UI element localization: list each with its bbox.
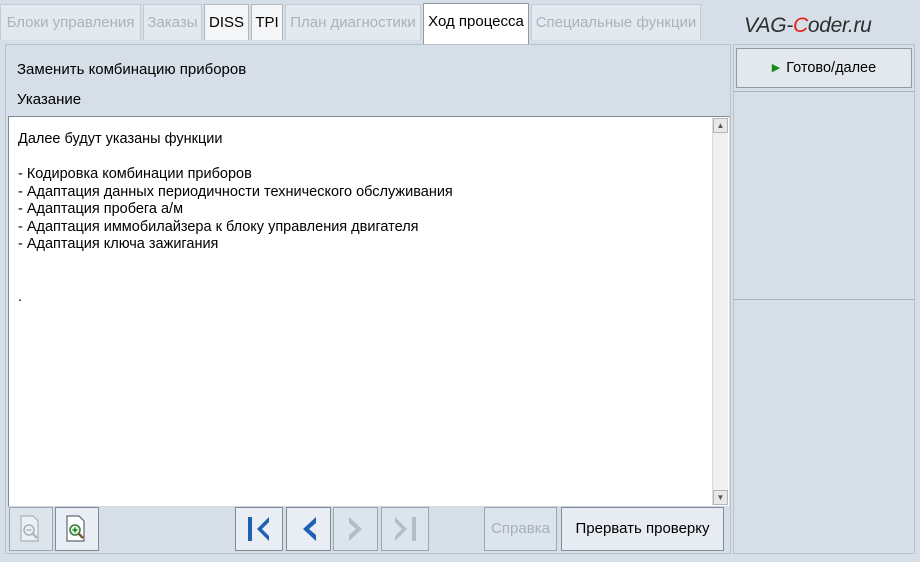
instruction-line	[18, 149, 453, 167]
instruction-line: Далее будут указаны функции	[18, 131, 223, 147]
tab-diagnostic-plan[interactable]: План диагностики	[285, 4, 421, 40]
chevron-right-icon	[348, 517, 362, 541]
instruction-line: - Адаптация иммобилайзера к блоку управл…	[18, 218, 419, 235]
instruction-line: - Адаптация данных периодичности техниче…	[18, 183, 453, 200]
play-triangle-icon: ▶	[771, 62, 781, 74]
tab-process-progress[interactable]: Ход процесса	[423, 3, 529, 44]
previous-page-button[interactable]	[286, 507, 331, 551]
last-page-button[interactable]	[381, 507, 429, 551]
instruction-line: - Адаптация ключа зажигания	[18, 236, 219, 252]
help-button[interactable]: Справка	[484, 507, 557, 551]
tab-control-units[interactable]: Блоки управления	[0, 4, 141, 40]
magnifier-minus-document-icon	[20, 515, 39, 542]
right-panel: ▶ Готово/далее	[733, 44, 915, 554]
logo-text-part1: VAG-	[744, 14, 793, 37]
magnifier-plus-document-icon	[66, 515, 85, 542]
skip-to-first-icon	[248, 517, 269, 541]
tab-diss[interactable]: DISS	[204, 4, 249, 40]
zoom-out-button[interactable]	[9, 507, 53, 551]
tab-special-functions[interactable]: Специальные функции	[531, 4, 701, 40]
abort-test-button[interactable]: Прервать проверку	[561, 507, 724, 551]
procedure-title: Заменить комбинацию приборов	[17, 61, 247, 78]
chevron-left-icon	[302, 517, 316, 541]
tab-tpi[interactable]: TPI	[251, 4, 283, 40]
right-panel-divider	[734, 91, 914, 92]
site-logo: VAG-Coder.ru	[744, 14, 914, 38]
skip-to-last-icon	[395, 517, 416, 541]
instruction-text: Далее будут указаны функции - Кодировка …	[18, 131, 453, 306]
instruction-line	[18, 254, 453, 272]
instruction-line	[18, 271, 453, 289]
main-panel: Заменить комбинацию приборов Указание Да…	[5, 44, 731, 554]
zoom-in-button[interactable]	[55, 507, 99, 551]
scroll-down-icon[interactable]: ▼	[713, 490, 728, 505]
section-label: Указание	[17, 91, 82, 108]
logo-text-part2: oder.ru	[807, 14, 872, 37]
instruction-text-area[interactable]: Далее будут указаны функции - Кодировка …	[8, 116, 730, 507]
logo-accent-letter: C	[792, 14, 808, 37]
scroll-up-icon[interactable]: ▲	[713, 118, 728, 133]
right-panel-divider	[734, 299, 914, 300]
next-page-button[interactable]	[333, 507, 378, 551]
first-page-button[interactable]	[235, 507, 283, 551]
ready-next-button[interactable]: ▶ Готово/далее	[736, 48, 912, 88]
ready-next-label: Готово/далее	[786, 60, 877, 76]
vertical-scrollbar[interactable]: ▲ ▼	[712, 118, 728, 505]
instruction-line: .	[18, 288, 23, 305]
instruction-line: - Кодировка комбинации приборов	[18, 166, 252, 182]
instruction-line: - Адаптация пробега а/м	[18, 201, 184, 217]
tab-bar: Блоки управления Заказы DISS TPI План ди…	[0, 0, 920, 44]
tab-orders[interactable]: Заказы	[143, 4, 202, 40]
